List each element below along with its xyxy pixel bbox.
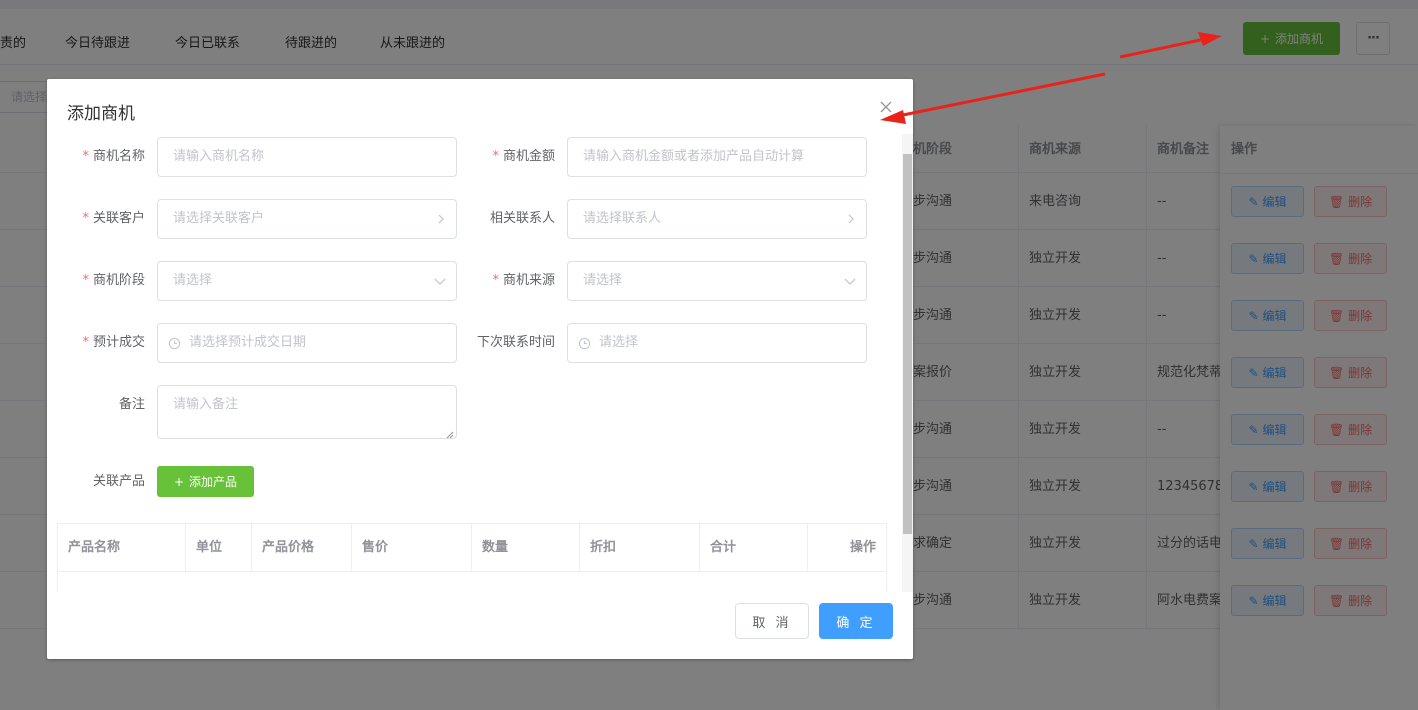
add-product-button[interactable]: + 添加产品 (157, 466, 254, 497)
th-sale-price: 售价 (352, 524, 472, 572)
close-icon[interactable] (878, 99, 894, 115)
th-quantity: 数量 (472, 524, 580, 572)
deal-date-placeholder: 请选择预计成交日期 (189, 335, 307, 350)
remark-textarea[interactable]: 请输入备注 (157, 385, 457, 439)
cancel-button[interactable]: 取 消 (735, 603, 809, 639)
stage-placeholder: 请选择 (173, 273, 213, 288)
next-contact-label: 下次联系时间 (476, 335, 555, 350)
name-label: * 商机名称 (82, 149, 145, 164)
plus-icon: + (173, 474, 185, 489)
stage-select[interactable]: 请选择 (157, 261, 457, 301)
chevron-down-icon (434, 262, 446, 300)
source-label: * 商机来源 (492, 273, 555, 288)
customer-placeholder: 请选择关联客户 (173, 211, 265, 226)
contact-label: 相关联系人 (489, 211, 555, 226)
products-label: 关联产品 (92, 474, 145, 489)
add-opportunity-dialog: 添加商机 * 商机名称 请输入商机名称 * 商机金额 请输入商机金额或者添加产品自动… (47, 79, 913, 659)
th-total: 合计 (700, 524, 808, 572)
th-product-name: 产品名称 (58, 524, 186, 572)
source-select[interactable]: 请选择 (567, 261, 867, 301)
amount-label: * 商机金额 (492, 149, 555, 164)
clock-icon (578, 324, 591, 362)
chevron-right-icon (436, 200, 446, 238)
next-contact-placeholder: 请选择 (599, 335, 639, 350)
scrollbar-thumb[interactable] (903, 154, 912, 534)
dialog-footer: 取 消 确 定 (47, 592, 913, 659)
deal-date-label: * 预计成交 (82, 335, 145, 350)
remark-label: 备注 (118, 397, 145, 412)
product-table: 产品名称 单位 产品价格 售价 数量 折扣 合计 操作 (57, 523, 887, 592)
contact-select[interactable]: 请选择联系人 (567, 199, 867, 239)
chevron-down-icon (844, 262, 856, 300)
customer-select[interactable]: 请选择关联客户 (157, 199, 457, 239)
dialog-body: * 商机名称 请输入商机名称 * 商机金额 请输入商机金额或者添加产品自动计算 * 关… (47, 134, 902, 592)
th-discount: 折扣 (580, 524, 700, 572)
contact-placeholder: 请选择联系人 (583, 211, 662, 226)
deal-date-picker[interactable]: 请选择预计成交日期 (157, 323, 457, 363)
source-placeholder: 请选择 (583, 273, 623, 288)
clock-icon (168, 324, 181, 362)
th-unit: 单位 (186, 524, 252, 572)
customer-label: * 关联客户 (82, 211, 145, 226)
add-product-label: 添加产品 (189, 475, 238, 489)
th-actions: 操作 (808, 524, 886, 572)
opportunity-name-input[interactable]: 请输入商机名称 (157, 137, 457, 177)
chevron-right-icon (846, 200, 856, 238)
next-contact-picker[interactable]: 请选择 (567, 323, 867, 363)
confirm-button[interactable]: 确 定 (819, 603, 893, 639)
dialog-title: 添加商机 (67, 104, 135, 124)
th-price: 产品价格 (252, 524, 352, 572)
opportunity-amount-input[interactable]: 请输入商机金额或者添加产品自动计算 (567, 137, 867, 177)
dialog-scrollbar[interactable] (902, 134, 913, 592)
resize-grip-icon[interactable] (446, 428, 454, 439)
stage-label: * 商机阶段 (82, 273, 145, 288)
remark-placeholder: 请输入备注 (173, 397, 239, 412)
